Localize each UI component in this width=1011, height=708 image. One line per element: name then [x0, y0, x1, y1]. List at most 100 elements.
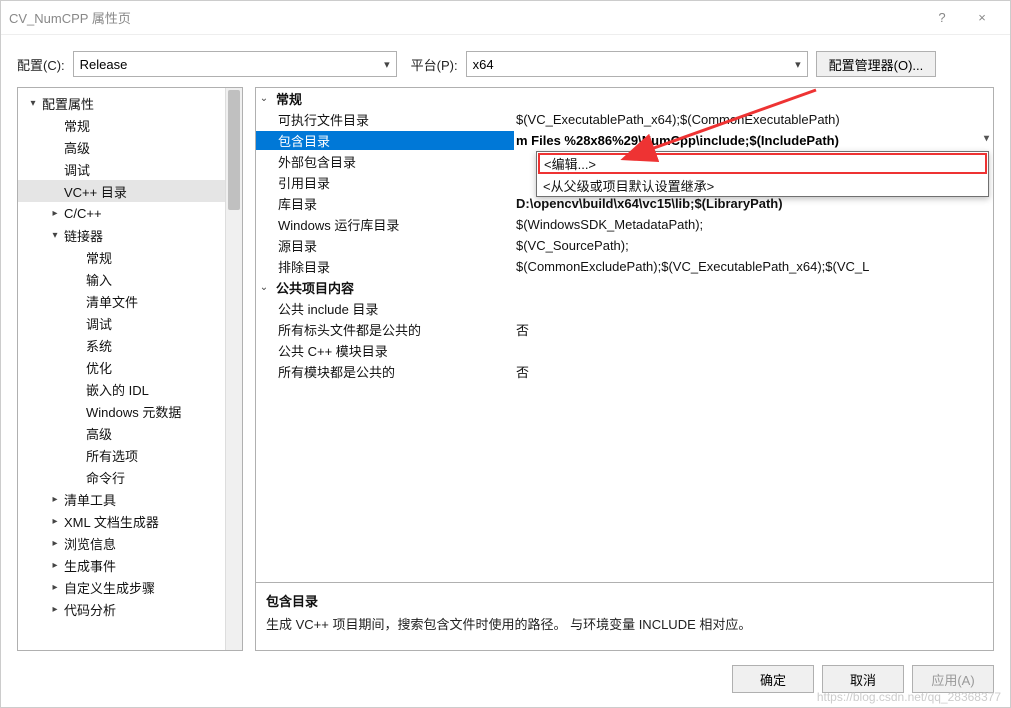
- tree-item-label: 常规: [62, 116, 90, 135]
- expander-icon[interactable]: ▾: [26, 96, 40, 110]
- property-row[interactable]: 包含目录m Files %28x86%29\NumCpp\include;$(I…: [256, 130, 993, 151]
- tree-item[interactable]: 清单文件: [18, 290, 242, 312]
- expander-icon[interactable]: [48, 118, 62, 132]
- tree-item[interactable]: ▾链接器: [18, 224, 242, 246]
- property-value[interactable]: m Files %28x86%29\NumCpp\include;$(Inclu…: [514, 133, 993, 148]
- property-row[interactable]: Windows 运行库目录$(WindowsSDK_MetadataPath);: [256, 214, 993, 235]
- platform-select[interactable]: x64: [466, 51, 808, 77]
- tree-item[interactable]: ▾配置属性: [18, 92, 242, 114]
- property-row[interactable]: 所有模块都是公共的否: [256, 361, 993, 382]
- property-key: 所有模块都是公共的: [256, 362, 514, 381]
- tree-item-label: 输入: [84, 270, 112, 289]
- watermark: https://blog.csdn.net/qq_28368377: [817, 690, 1001, 704]
- expander-icon[interactable]: [70, 404, 84, 418]
- tree-item[interactable]: ▸C/C++: [18, 202, 242, 224]
- collapse-icon[interactable]: ⌄: [256, 282, 272, 293]
- expander-icon[interactable]: ▸: [48, 514, 62, 528]
- desc-title: 包含目录: [266, 591, 983, 610]
- collapse-icon[interactable]: ⌄: [256, 93, 272, 104]
- property-row[interactable]: 排除目录$(CommonExcludePath);$(VC_Executable…: [256, 256, 993, 277]
- expander-icon[interactable]: [70, 360, 84, 374]
- titlebar: CV_NumCPP 属性页 ? ×: [1, 1, 1010, 35]
- expander-icon[interactable]: [70, 426, 84, 440]
- tree-item[interactable]: VC++ 目录: [18, 180, 242, 202]
- ok-button[interactable]: 确定: [732, 665, 814, 693]
- tree-item[interactable]: 调试: [18, 158, 242, 180]
- platform-label: 平台(P):: [411, 55, 458, 74]
- cancel-button[interactable]: 取消: [822, 665, 904, 693]
- expander-icon[interactable]: [70, 338, 84, 352]
- property-key: 外部包含目录: [256, 152, 514, 171]
- property-key: Windows 运行库目录: [256, 215, 514, 234]
- tree-item[interactable]: 嵌入的 IDL: [18, 378, 242, 400]
- property-row[interactable]: 源目录$(VC_SourcePath);: [256, 235, 993, 256]
- apply-button[interactable]: 应用(A): [912, 665, 994, 693]
- tree[interactable]: ▾配置属性常规高级调试VC++ 目录▸C/C++▾链接器常规输入清单文件调试系统…: [18, 88, 242, 650]
- property-key: 所有标头文件都是公共的: [256, 320, 514, 339]
- tree-item[interactable]: 高级: [18, 422, 242, 444]
- expander-icon[interactable]: ▸: [48, 558, 62, 572]
- value-dropdown[interactable]: <编辑...> <从父级或项目默认设置继承>: [536, 151, 989, 197]
- category-row[interactable]: ⌄常规: [256, 88, 993, 109]
- tree-item[interactable]: 优化: [18, 356, 242, 378]
- expander-icon[interactable]: ▸: [48, 206, 62, 220]
- property-key: 公共 C++ 模块目录: [256, 341, 514, 360]
- expander-icon[interactable]: [48, 140, 62, 154]
- help-button[interactable]: ?: [922, 1, 962, 35]
- property-value: $(VC_SourcePath);: [514, 238, 993, 253]
- property-key: 包含目录: [256, 131, 514, 150]
- property-grid[interactable]: ⌄常规可执行文件目录$(VC_ExecutablePath_x64);$(Com…: [255, 87, 994, 583]
- expander-icon[interactable]: ▸: [48, 536, 62, 550]
- tree-item-label: 链接器: [62, 226, 103, 245]
- close-button[interactable]: ×: [962, 1, 1002, 35]
- property-key: 公共 include 目录: [256, 299, 514, 318]
- tree-item-label: 所有选项: [84, 446, 138, 465]
- expander-icon[interactable]: [70, 316, 84, 330]
- expander-icon[interactable]: [70, 470, 84, 484]
- property-row[interactable]: 公共 include 目录: [256, 298, 993, 319]
- expander-icon[interactable]: ▸: [48, 602, 62, 616]
- category-row[interactable]: ⌄公共项目内容: [256, 277, 993, 298]
- property-row[interactable]: 公共 C++ 模块目录: [256, 340, 993, 361]
- expander-icon[interactable]: [70, 382, 84, 396]
- expander-icon[interactable]: [48, 184, 62, 198]
- property-key: 排除目录: [256, 257, 514, 276]
- expander-icon[interactable]: [48, 162, 62, 176]
- tree-item[interactable]: ▸浏览信息: [18, 532, 242, 554]
- scrollbar-thumb[interactable]: [228, 90, 240, 210]
- property-row[interactable]: 所有标头文件都是公共的否: [256, 319, 993, 340]
- tree-item[interactable]: ▸代码分析: [18, 598, 242, 620]
- property-value: D:\opencv\build\x64\vc15\lib;$(LibraryPa…: [514, 196, 993, 211]
- description-panel: 包含目录 生成 VC++ 项目期间，搜索包含文件时使用的路径。 与环境变量 IN…: [255, 583, 994, 651]
- property-row[interactable]: 可执行文件目录$(VC_ExecutablePath_x64);$(Common…: [256, 109, 993, 130]
- tree-item[interactable]: 常规: [18, 114, 242, 136]
- expander-icon[interactable]: [70, 272, 84, 286]
- dropdown-edit-item[interactable]: <编辑...>: [538, 153, 987, 174]
- tree-scrollbar[interactable]: [225, 88, 242, 650]
- tree-item[interactable]: ▸清单工具: [18, 488, 242, 510]
- expander-icon[interactable]: [70, 448, 84, 462]
- tree-item[interactable]: 高级: [18, 136, 242, 158]
- dropdown-inherit-item[interactable]: <从父级或项目默认设置继承>: [537, 175, 988, 196]
- tree-item[interactable]: ▸生成事件: [18, 554, 242, 576]
- expander-icon[interactable]: ▾: [48, 228, 62, 242]
- tree-item[interactable]: 所有选项: [18, 444, 242, 466]
- config-select[interactable]: Release: [73, 51, 397, 77]
- tree-item[interactable]: 系统: [18, 334, 242, 356]
- config-manager-button[interactable]: 配置管理器(O)...: [816, 51, 937, 77]
- property-dialog: CV_NumCPP 属性页 ? × 配置(C): Release 平台(P): …: [0, 0, 1011, 708]
- expander-icon[interactable]: [70, 250, 84, 264]
- tree-item[interactable]: 调试: [18, 312, 242, 334]
- tree-item[interactable]: Windows 元数据: [18, 400, 242, 422]
- tree-item[interactable]: ▸XML 文档生成器: [18, 510, 242, 532]
- tree-item[interactable]: ▸自定义生成步骤: [18, 576, 242, 598]
- tree-item[interactable]: 常规: [18, 246, 242, 268]
- tree-item[interactable]: 输入: [18, 268, 242, 290]
- tree-item[interactable]: 命令行: [18, 466, 242, 488]
- tree-item-label: 浏览信息: [62, 534, 116, 553]
- tree-item-label: 调试: [62, 160, 90, 179]
- expander-icon[interactable]: ▸: [48, 492, 62, 506]
- expander-icon[interactable]: ▸: [48, 580, 62, 594]
- tree-item-label: 清单文件: [84, 292, 138, 311]
- expander-icon[interactable]: [70, 294, 84, 308]
